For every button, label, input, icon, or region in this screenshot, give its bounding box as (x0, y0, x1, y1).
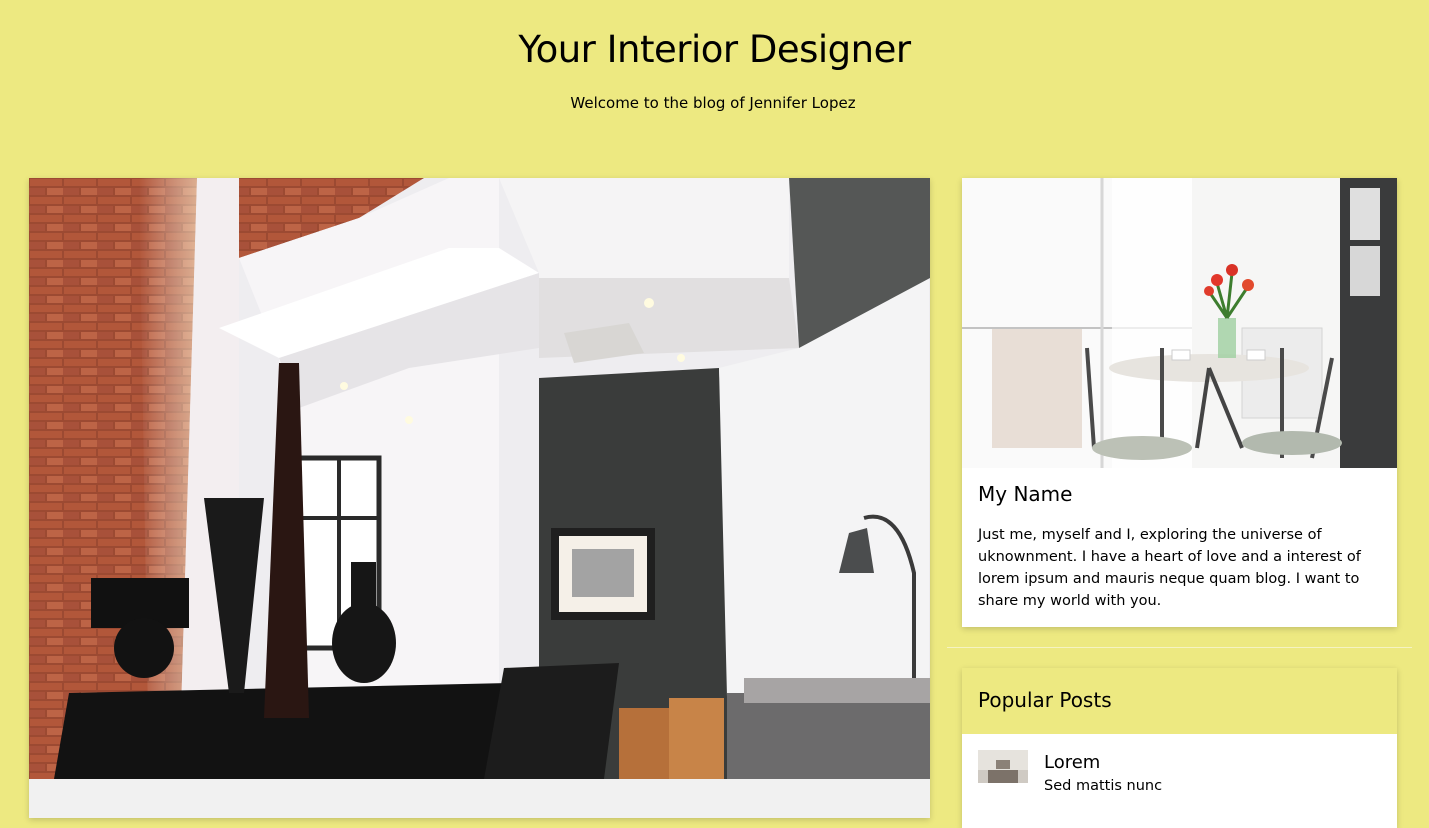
popular-post-item[interactable]: Lorem Sed mattis nunc (962, 734, 1397, 804)
popular-posts-header: Popular Posts (962, 668, 1397, 734)
popular-posts-card: Popular Posts Lorem Sed mattis nunc (962, 668, 1397, 828)
profile-bio: Just me, myself and I, exploring the uni… (978, 527, 1361, 609)
hero-card (29, 178, 930, 818)
post-title: Lorem (1044, 752, 1101, 773)
profile-image (962, 178, 1397, 468)
site-title: Your Interior Designer (518, 28, 911, 71)
site-tagline: Welcome to the blog of Jennifer Lopez (570, 94, 856, 112)
sidebar-divider (947, 647, 1412, 648)
post-thumbnail (978, 750, 1028, 783)
hero-image (29, 178, 930, 779)
profile-card: My Name Just me, myself and I, exploring… (962, 178, 1397, 627)
profile-name: My Name (978, 482, 1073, 506)
popular-posts-title: Popular Posts (978, 688, 1112, 712)
post-subtitle: Sed mattis nunc (1044, 778, 1163, 794)
